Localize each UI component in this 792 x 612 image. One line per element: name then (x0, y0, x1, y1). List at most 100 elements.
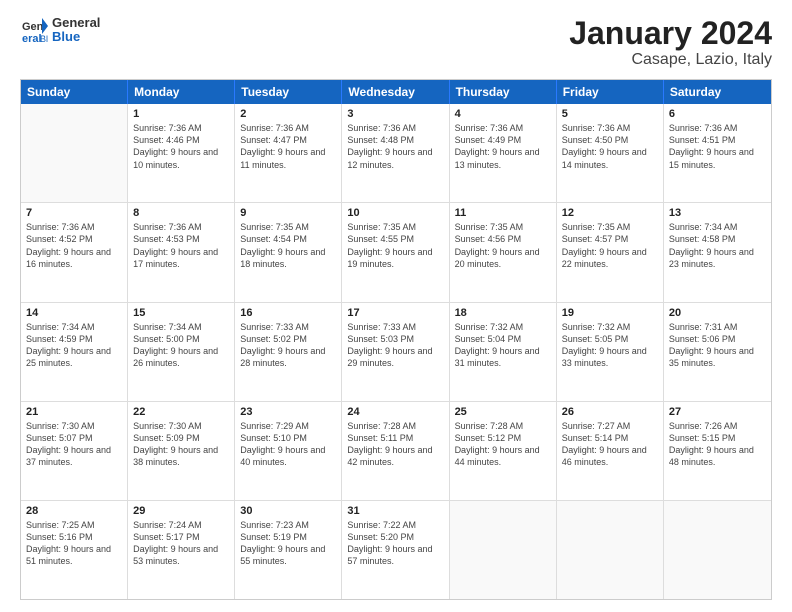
calendar-week-row: 28Sunrise: 7:25 AMSunset: 5:16 PMDayligh… (21, 500, 771, 599)
calendar-day-cell: 21 Sunrise: 7:30 AMSunset: 5:07 PMDayligh… (21, 402, 128, 500)
day-info: Sunrise: 7:33 AMSunset: 5:02 PMDaylight:… (240, 321, 336, 370)
day-info: Sunrise: 7:27 AMSunset: 5:14 PMDaylight:… (562, 420, 658, 469)
logo: Gen eral Blue General Blue (20, 16, 100, 45)
day-info: Sunrise: 7:29 AMSunset: 5:10 PMDaylight:… (240, 420, 336, 469)
day-number: 25 (455, 406, 551, 418)
day-info: Sunrise: 7:30 AMSunset: 5:09 PMDaylight:… (133, 420, 229, 469)
day-info: Sunrise: 7:36 AMSunset: 4:48 PMDaylight:… (347, 122, 443, 171)
day-number: 12 (562, 207, 658, 219)
day-number: 14 (26, 307, 122, 319)
calendar-day-cell: 31 Sunrise: 7:22 AMSunset: 5:20 PMDayligh… (342, 501, 449, 599)
calendar-day-cell: 7 Sunrise: 7:36 AMSunset: 4:52 PMDaylight… (21, 203, 128, 301)
day-number: 7 (26, 207, 122, 219)
page: Gen eral Blue General Blue January 2024 … (0, 0, 792, 612)
calendar-header: SundayMondayTuesdayWednesdayThursdayFrid… (21, 80, 771, 104)
day-info: Sunrise: 7:36 AMSunset: 4:50 PMDaylight:… (562, 122, 658, 171)
day-info: Sunrise: 7:35 AMSunset: 4:54 PMDaylight:… (240, 221, 336, 270)
calendar-day-cell: 12 Sunrise: 7:35 AMSunset: 4:57 PMDayligh… (557, 203, 664, 301)
logo-general: General (52, 16, 100, 30)
day-number: 24 (347, 406, 443, 418)
calendar-day-cell: 15Sunrise: 7:34 AMSunset: 5:00 PMDayligh… (128, 303, 235, 401)
calendar-day-cell: 10 Sunrise: 7:35 AMSunset: 4:55 PMDayligh… (342, 203, 449, 301)
calendar-day-cell: 22 Sunrise: 7:30 AMSunset: 5:09 PMDayligh… (128, 402, 235, 500)
calendar-day-cell: 8Sunrise: 7:36 AMSunset: 4:53 PMDaylight… (128, 203, 235, 301)
day-info: Sunrise: 7:28 AMSunset: 5:11 PMDaylight:… (347, 420, 443, 469)
day-info: Sunrise: 7:32 AMSunset: 5:04 PMDaylight:… (455, 321, 551, 370)
calendar-day-cell: 19Sunrise: 7:32 AMSunset: 5:05 PMDayligh… (557, 303, 664, 401)
day-number: 30 (240, 505, 336, 517)
day-info: Sunrise: 7:22 AMSunset: 5:20 PMDaylight:… (347, 519, 443, 568)
calendar-day-cell: 9 Sunrise: 7:35 AMSunset: 4:54 PMDaylight… (235, 203, 342, 301)
day-number: 28 (26, 505, 122, 517)
day-number: 21 (26, 406, 122, 418)
calendar-day-cell: 29 Sunrise: 7:24 AMSunset: 5:17 PMDayligh… (128, 501, 235, 599)
calendar-week-row: 7 Sunrise: 7:36 AMSunset: 4:52 PMDaylight… (21, 202, 771, 301)
day-info: Sunrise: 7:36 AMSunset: 4:46 PMDaylight:… (133, 122, 229, 171)
calendar-day-cell: 30 Sunrise: 7:23 AMSunset: 5:19 PMDayligh… (235, 501, 342, 599)
calendar-day-header: Friday (557, 80, 664, 104)
day-info: Sunrise: 7:34 AMSunset: 5:00 PMDaylight:… (133, 321, 229, 370)
day-number: 3 (347, 108, 443, 120)
day-number: 23 (240, 406, 336, 418)
day-info: Sunrise: 7:35 AMSunset: 4:57 PMDaylight:… (562, 221, 658, 270)
logo-icon: Gen eral Blue (20, 16, 48, 44)
calendar-day-cell: 14Sunrise: 7:34 AMSunset: 4:59 PMDayligh… (21, 303, 128, 401)
calendar-day-cell: 5 Sunrise: 7:36 AMSunset: 4:50 PMDaylight… (557, 104, 664, 202)
calendar-day-cell: 23 Sunrise: 7:29 AMSunset: 5:10 PMDayligh… (235, 402, 342, 500)
day-info: Sunrise: 7:24 AMSunset: 5:17 PMDaylight:… (133, 519, 229, 568)
svg-text:Gen: Gen (22, 21, 44, 33)
day-number: 20 (669, 307, 766, 319)
day-info: Sunrise: 7:36 AMSunset: 4:47 PMDaylight:… (240, 122, 336, 171)
day-number: 5 (562, 108, 658, 120)
calendar-empty-cell (21, 104, 128, 202)
day-info: Sunrise: 7:35 AMSunset: 4:55 PMDaylight:… (347, 221, 443, 270)
day-info: Sunrise: 7:26 AMSunset: 5:15 PMDaylight:… (669, 420, 766, 469)
day-number: 22 (133, 406, 229, 418)
day-number: 29 (133, 505, 229, 517)
calendar-day-header: Sunday (21, 80, 128, 104)
calendar-week-row: 14Sunrise: 7:34 AMSunset: 4:59 PMDayligh… (21, 302, 771, 401)
day-number: 6 (669, 108, 766, 120)
day-number: 16 (240, 307, 336, 319)
calendar-day-cell: 6Sunrise: 7:36 AMSunset: 4:51 PMDaylight… (664, 104, 771, 202)
day-info: Sunrise: 7:28 AMSunset: 5:12 PMDaylight:… (455, 420, 551, 469)
day-number: 4 (455, 108, 551, 120)
day-info: Sunrise: 7:36 AMSunset: 4:52 PMDaylight:… (26, 221, 122, 270)
day-number: 9 (240, 207, 336, 219)
day-info: Sunrise: 7:23 AMSunset: 5:19 PMDaylight:… (240, 519, 336, 568)
calendar-day-cell: 18Sunrise: 7:32 AMSunset: 5:04 PMDayligh… (450, 303, 557, 401)
calendar-day-header: Wednesday (342, 80, 449, 104)
day-number: 10 (347, 207, 443, 219)
calendar-day-cell: 20 Sunrise: 7:31 AMSunset: 5:06 PMDayligh… (664, 303, 771, 401)
svg-text:Blue: Blue (40, 34, 48, 44)
day-number: 26 (562, 406, 658, 418)
calendar-subtitle: Casape, Lazio, Italy (569, 51, 772, 69)
calendar-day-cell: 4 Sunrise: 7:36 AMSunset: 4:49 PMDaylight… (450, 104, 557, 202)
calendar-week-row: 21 Sunrise: 7:30 AMSunset: 5:07 PMDayligh… (21, 401, 771, 500)
calendar-day-cell: 24 Sunrise: 7:28 AMSunset: 5:11 PMDayligh… (342, 402, 449, 500)
day-info: Sunrise: 7:36 AMSunset: 4:53 PMDaylight:… (133, 221, 229, 270)
day-number: 13 (669, 207, 766, 219)
day-number: 1 (133, 108, 229, 120)
calendar-day-header: Monday (128, 80, 235, 104)
day-number: 19 (562, 307, 658, 319)
calendar-day-cell: 2 Sunrise: 7:36 AMSunset: 4:47 PMDaylight… (235, 104, 342, 202)
day-number: 11 (455, 207, 551, 219)
title-block: January 2024 Casape, Lazio, Italy (569, 16, 772, 69)
day-number: 17 (347, 307, 443, 319)
calendar-empty-cell (557, 501, 664, 599)
day-info: Sunrise: 7:31 AMSunset: 5:06 PMDaylight:… (669, 321, 766, 370)
day-number: 2 (240, 108, 336, 120)
calendar-day-cell: 17 Sunrise: 7:33 AMSunset: 5:03 PMDayligh… (342, 303, 449, 401)
day-info: Sunrise: 7:34 AMSunset: 4:58 PMDaylight:… (669, 221, 766, 270)
calendar: SundayMondayTuesdayWednesdayThursdayFrid… (20, 79, 772, 600)
calendar-day-cell: 28Sunrise: 7:25 AMSunset: 5:16 PMDayligh… (21, 501, 128, 599)
day-number: 31 (347, 505, 443, 517)
day-info: Sunrise: 7:35 AMSunset: 4:56 PMDaylight:… (455, 221, 551, 270)
logo-blue: Blue (52, 30, 100, 44)
day-info: Sunrise: 7:36 AMSunset: 4:49 PMDaylight:… (455, 122, 551, 171)
header: Gen eral Blue General Blue January 2024 … (20, 16, 772, 69)
calendar-empty-cell (450, 501, 557, 599)
day-info: Sunrise: 7:33 AMSunset: 5:03 PMDaylight:… (347, 321, 443, 370)
day-info: Sunrise: 7:30 AMSunset: 5:07 PMDaylight:… (26, 420, 122, 469)
